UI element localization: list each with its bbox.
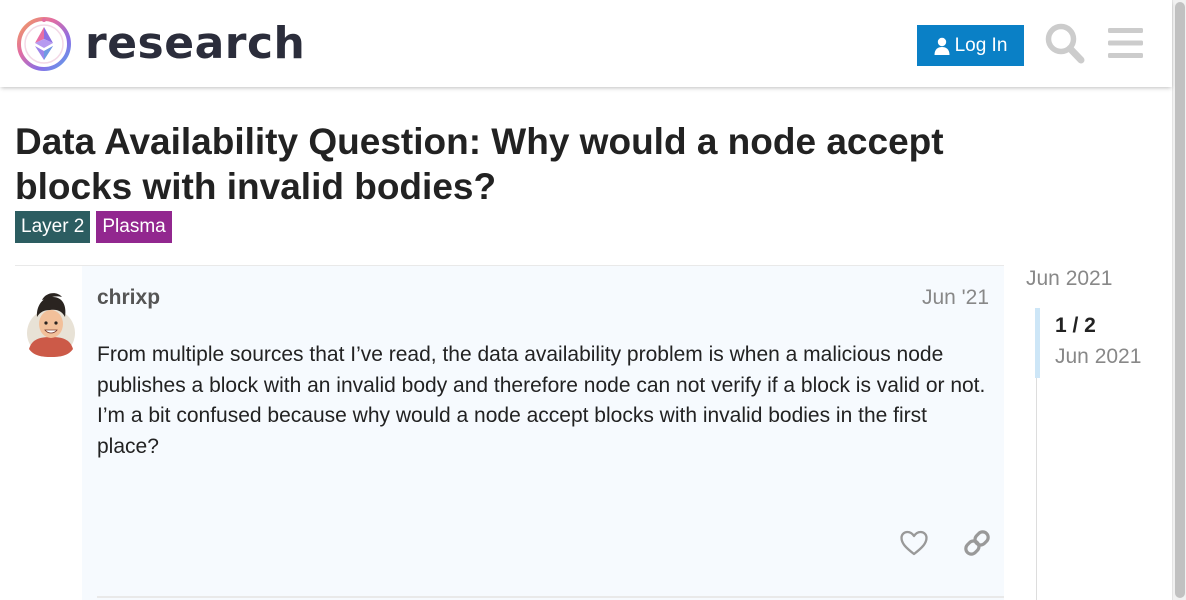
post-body: From multiple sources that I’ve read, th… (97, 343, 986, 459)
login-label: Log In (954, 34, 1008, 56)
timeline-start-date[interactable]: Jun 2021 (1026, 267, 1112, 291)
post-bottom-divider (97, 596, 1004, 598)
heart-icon[interactable] (899, 528, 929, 558)
scrollbar-thumb[interactable] (1175, 2, 1185, 598)
page-scrollbar[interactable] (1172, 0, 1186, 600)
search-icon[interactable] (1045, 22, 1085, 64)
user-icon (934, 37, 950, 55)
site-header: research Log In (0, 0, 1172, 87)
topic-tags: Layer 2 Plasma (15, 211, 172, 243)
ethereum-research-logo-icon (17, 17, 71, 71)
tag-plasma[interactable]: Plasma (96, 211, 172, 243)
login-button[interactable]: Log In (917, 25, 1024, 66)
post-date[interactable]: Jun '21 (919, 286, 989, 310)
tag-layer-2[interactable]: Layer 2 (15, 211, 91, 243)
post-username[interactable]: chrixp (97, 286, 160, 310)
avatar[interactable] (26, 287, 76, 357)
timeline-current-date: Jun 2021 (1055, 345, 1142, 368)
topic-title[interactable]: Data Availability Question: Why would a … (15, 119, 1015, 209)
link-icon[interactable] (962, 528, 992, 558)
timeline-scroll-handle[interactable] (1035, 308, 1040, 378)
hamburger-menu-icon[interactable] (1106, 22, 1146, 64)
timeline-position: 1 / 2 (1055, 314, 1096, 337)
site-logo[interactable]: research (16, 16, 305, 72)
logo-text: research (85, 18, 306, 69)
